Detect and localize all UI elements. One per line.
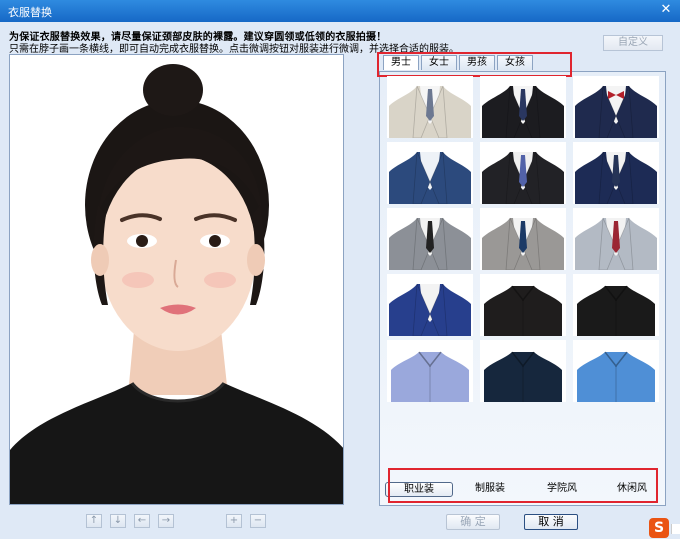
- clothing-option-light-blue-shirt[interactable]: [387, 340, 473, 402]
- ok-button[interactable]: 确 定: [446, 514, 500, 530]
- move-down-icon[interactable]: ↓: [110, 514, 126, 528]
- move-up-icon[interactable]: ↑: [86, 514, 102, 528]
- window-title: 衣服替换: [8, 6, 52, 19]
- move-right-icon[interactable]: →: [158, 514, 174, 528]
- clothes-grid: [387, 76, 661, 402]
- portrait-image: [10, 55, 343, 504]
- dialog-body: 为保证衣服替换效果，请尽量保证颈部皮肤的裸露。建议穿圆领或低领的衣服拍摄！ 只需…: [0, 22, 680, 539]
- portrait-preview[interactable]: [9, 54, 344, 505]
- title-bar: 衣服替换 ✕: [0, 0, 680, 22]
- close-icon[interactable]: ✕: [658, 2, 674, 18]
- move-left-icon[interactable]: ←: [134, 514, 150, 528]
- clothing-option-light-grey-suit-striped-tie[interactable]: [573, 208, 659, 270]
- clothing-option-navy-suit-navy-tie[interactable]: [573, 142, 659, 204]
- clothing-option-blue-check-suit[interactable]: [387, 274, 473, 336]
- styles-highlight-box: [388, 468, 658, 503]
- clothing-option-black-suit-blue-tie[interactable]: [480, 142, 566, 204]
- zoom-out-icon[interactable]: −: [250, 514, 266, 528]
- clothing-option-dark-navy-shirt[interactable]: [480, 340, 566, 402]
- clothing-option-black-shirt[interactable]: [480, 274, 566, 336]
- ime-toolbar-edge: [671, 524, 680, 534]
- clothing-option-black-suit-navy-tie[interactable]: [480, 76, 566, 138]
- clothing-option-grey-suit-black-tie[interactable]: [387, 208, 473, 270]
- tabs-highlight-box: [377, 52, 572, 77]
- zoom-in-icon[interactable]: +: [226, 514, 242, 528]
- clothing-option-blue-suit-open-collar[interactable]: [387, 142, 473, 204]
- clothing-option-black-tee[interactable]: [573, 274, 659, 336]
- sogou-ime-icon[interactable]: S: [649, 518, 669, 538]
- clothing-option-blue-shirt[interactable]: [573, 340, 659, 402]
- cancel-button[interactable]: 取 消: [524, 514, 578, 530]
- custom-button[interactable]: 自定义: [603, 35, 663, 51]
- clothing-option-grey-suit-vest[interactable]: [480, 208, 566, 270]
- clothing-option-beige-suit-grey-tie[interactable]: [387, 76, 473, 138]
- clothing-option-navy-suit-red-bowtie[interactable]: [573, 76, 659, 138]
